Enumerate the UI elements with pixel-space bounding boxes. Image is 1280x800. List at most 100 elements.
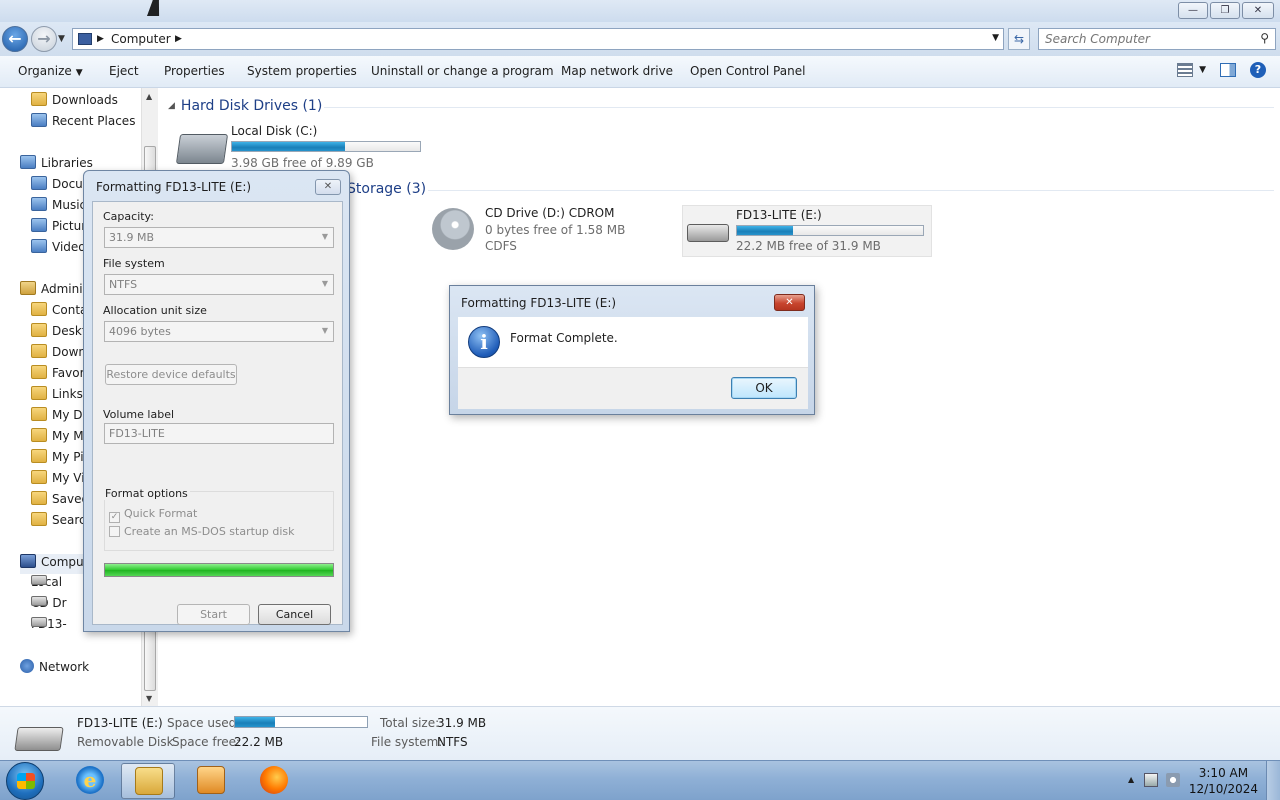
help-icon[interactable]: ? (1250, 62, 1266, 78)
address-dropdown-icon[interactable]: ▼ (992, 33, 999, 43)
quick-format-checkbox[interactable]: ✓ Quick Format (109, 507, 197, 523)
nav-item-my-pictures[interactable]: My Pi (31, 449, 84, 469)
scroll-up-icon[interactable]: ▲ (146, 92, 152, 101)
nav-item-pictures[interactable]: Pictur (31, 218, 86, 238)
title-bar: — ❐ ✕ (0, 0, 1280, 22)
cancel-button[interactable]: Cancel (258, 604, 331, 625)
properties-button[interactable]: Properties (164, 64, 225, 78)
space-used-fill (235, 717, 275, 727)
file-system-value: NTFS (437, 735, 468, 749)
nav-item-recent-places[interactable]: Recent Places (31, 113, 135, 133)
command-bar: Organize ▼ Eject Properties System proper… (0, 56, 1280, 88)
nav-item-music[interactable]: Music (31, 197, 86, 217)
message-close-button[interactable]: ✕ (774, 294, 805, 311)
nav-item-my-videos[interactable]: My Vi (31, 470, 85, 490)
clock[interactable]: 3:10 AM 12/10/2024 (1189, 765, 1258, 797)
msdos-startup-checkbox[interactable]: Create an MS-DOS startup disk (109, 525, 295, 538)
format-dialog-close-button[interactable]: ✕ (315, 179, 341, 195)
ok-button[interactable]: OK (731, 377, 797, 399)
windows-logo-icon (17, 773, 35, 789)
space-free-label: Space free: (172, 735, 241, 749)
folder-icon (31, 470, 47, 484)
refresh-icon[interactable]: ⇆ (1008, 28, 1030, 50)
checkmark-icon: ✓ (109, 512, 120, 523)
action-center-icon[interactable] (1144, 773, 1158, 787)
preview-pane-icon[interactable] (1220, 63, 1236, 77)
folder-icon (31, 302, 47, 316)
nav-item-links[interactable]: Links (31, 386, 83, 406)
file-system-select[interactable]: NTFS ▼ (104, 274, 334, 295)
breadcrumb-chevron-icon[interactable]: ▶ (97, 34, 104, 44)
map-network-drive-button[interactable]: Map network drive (561, 64, 673, 78)
taskbar-internet-explorer[interactable]: e (63, 763, 117, 799)
nav-item-cd-drive[interactable]: CD Dr (31, 596, 67, 616)
search-box[interactable]: ⚲ (1038, 28, 1276, 50)
nav-item-my-documents[interactable]: My Do (31, 407, 90, 427)
uninstall-program-button[interactable]: Uninstall or change a program (371, 64, 554, 78)
folder-icon (31, 344, 47, 358)
folder-icon (31, 386, 47, 400)
change-view-button[interactable]: ▼ (1177, 63, 1206, 77)
show-hidden-icons-icon[interactable]: ▲ (1128, 775, 1134, 784)
organize-button[interactable]: Organize ▼ (18, 64, 83, 78)
format-complete-dialog: Formatting FD13-LITE (E:) ✕ i Format Com… (449, 285, 815, 415)
allocation-size-select[interactable]: 4096 bytes ▼ (104, 321, 334, 342)
network-icon[interactable] (1166, 773, 1180, 787)
group-divider (324, 107, 1274, 108)
nav-item-favorites[interactable]: Favori (31, 365, 88, 385)
recent-places-icon (31, 113, 47, 127)
nav-item-saved-games[interactable]: Saved (31, 491, 89, 511)
start-button[interactable] (6, 762, 44, 800)
nav-item-administrator[interactable]: Adminis (20, 281, 89, 301)
folder-icon (31, 449, 47, 463)
breadcrumb-chevron-icon[interactable]: ▶ (175, 34, 182, 44)
computer-icon (20, 554, 36, 568)
drive-d[interactable]: CD Drive (D:) CDROM 0 bytes free of 1.58… (432, 206, 632, 253)
clock-time: 3:10 AM (1198, 766, 1249, 780)
nav-item-local-disk[interactable]: Local (31, 575, 62, 595)
taskbar-media-player[interactable] (184, 763, 238, 799)
search-input[interactable] (1045, 29, 1245, 49)
breadcrumb-computer[interactable]: Computer (111, 32, 171, 46)
taskbar-firefox[interactable] (247, 763, 301, 799)
drive-e-usage-fill (737, 226, 793, 235)
restore-defaults-button[interactable]: Restore device defaults (105, 364, 237, 385)
show-desktop-button[interactable] (1266, 761, 1280, 800)
taskbar-windows-explorer[interactable] (121, 763, 175, 799)
folder-icon (31, 365, 47, 379)
nav-item-fd13[interactable]: FD13- (31, 617, 67, 637)
system-properties-button[interactable]: System properties (247, 64, 357, 78)
back-button[interactable]: ← (2, 26, 28, 52)
forward-button[interactable]: → (31, 26, 57, 52)
group-header-hard-disks[interactable]: ◢ Hard Disk Drives (1) (168, 98, 322, 114)
eject-button[interactable]: Eject (109, 64, 139, 78)
network-icon (20, 659, 34, 673)
nav-item-libraries[interactable]: Libraries (20, 155, 93, 175)
group-header-storage[interactable]: Storage (3) (347, 181, 426, 197)
nav-item-contacts[interactable]: Conta (31, 302, 87, 322)
drive-d-fs: CDFS (485, 239, 517, 253)
firefox-icon (260, 766, 288, 794)
nav-item-downloads[interactable]: Downloads (31, 92, 118, 112)
nav-item-network[interactable]: Network (20, 659, 89, 679)
start-button[interactable]: Start (177, 604, 250, 625)
space-used-bar (234, 716, 368, 728)
search-icon[interactable]: ⚲ (1260, 31, 1269, 45)
drive-c[interactable]: Local Disk (C:) 3.98 GB free of 9.89 GB (175, 124, 428, 170)
collapse-icon: ◢ (168, 101, 175, 111)
open-control-panel-button[interactable]: Open Control Panel (690, 64, 805, 78)
minimize-button[interactable]: — (1178, 2, 1208, 19)
folder-icon (31, 491, 47, 505)
close-button[interactable]: ✕ (1242, 2, 1274, 19)
address-bar[interactable]: ▶ Computer ▶ ▼ (72, 28, 1004, 50)
nav-item-documents[interactable]: Docur (31, 176, 88, 196)
nav-item-downloads-user[interactable]: Down (31, 344, 86, 364)
scroll-down-icon[interactable]: ▼ (146, 694, 152, 703)
volume-label-input[interactable]: FD13-LITE (104, 423, 334, 444)
nav-item-my-music[interactable]: My M (31, 428, 84, 448)
capacity-select[interactable]: 31.9 MB ▼ (104, 227, 334, 248)
format-progress-bar (104, 563, 334, 577)
drive-e[interactable]: FD13-LITE (E:) 22.2 MB free of 31.9 MB (682, 205, 932, 257)
recent-pages-dropdown-icon[interactable]: ▼ (58, 34, 65, 44)
maximize-button[interactable]: ❐ (1210, 2, 1240, 19)
